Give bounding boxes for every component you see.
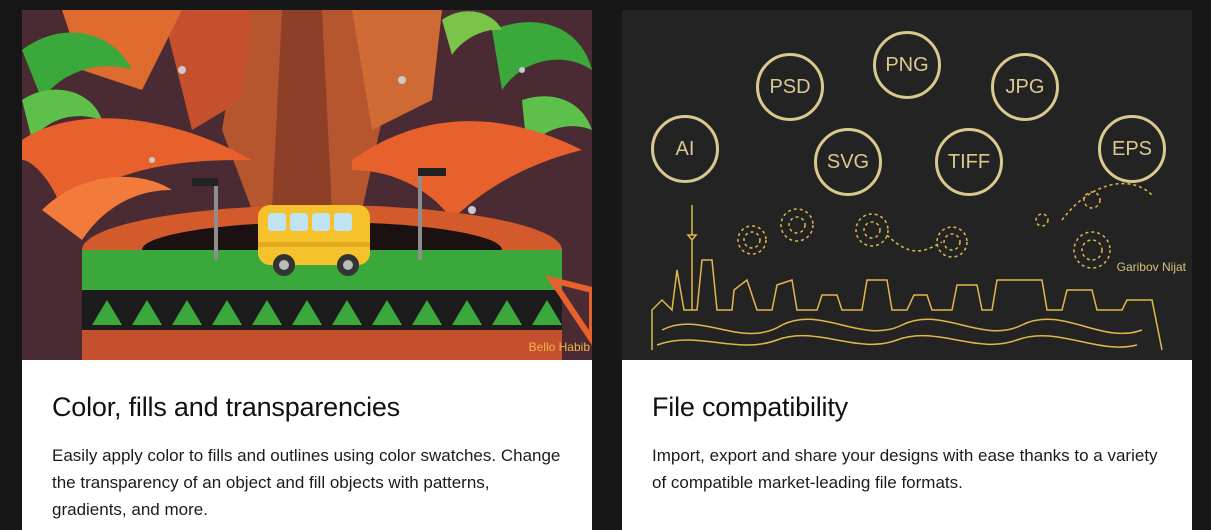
format-badge-psd: PSD: [756, 53, 824, 121]
format-badge-tiff: TIFF: [935, 128, 1003, 196]
card-body: File compatibility Import, export and sh…: [652, 388, 1162, 496]
artist-credit: Bello Habib: [528, 340, 590, 354]
format-badge-eps: EPS: [1098, 115, 1166, 183]
card-description: Easily apply color to fills and outlines…: [52, 446, 561, 519]
format-badge-jpg: JPG: [991, 53, 1059, 121]
card-title: File compatibility: [652, 392, 848, 422]
illustration-colorful-city: Bello Habib: [22, 10, 592, 360]
card-body: Color, fills and transparencies Easily a…: [52, 388, 562, 523]
format-badge-svg: SVG: [814, 128, 882, 196]
illustration-file-formats: PSD PNG JPG AI SVG TIFF EPS Garibov Nija…: [622, 10, 1192, 360]
card-title: Color, fills and transparencies: [52, 392, 400, 422]
artwork-bus-scene: [22, 10, 592, 360]
artist-credit: Garibov Nijat: [1116, 260, 1186, 274]
feature-card-file-compatibility: PSD PNG JPG AI SVG TIFF EPS Garibov Nija…: [622, 10, 1192, 530]
format-badge-png: PNG: [873, 31, 941, 99]
card-description: Import, export and share your designs wi…: [652, 446, 1158, 492]
feature-card-color: Bello Habib Color, fills and transparenc…: [22, 10, 592, 530]
format-badge-ai: AI: [651, 115, 719, 183]
